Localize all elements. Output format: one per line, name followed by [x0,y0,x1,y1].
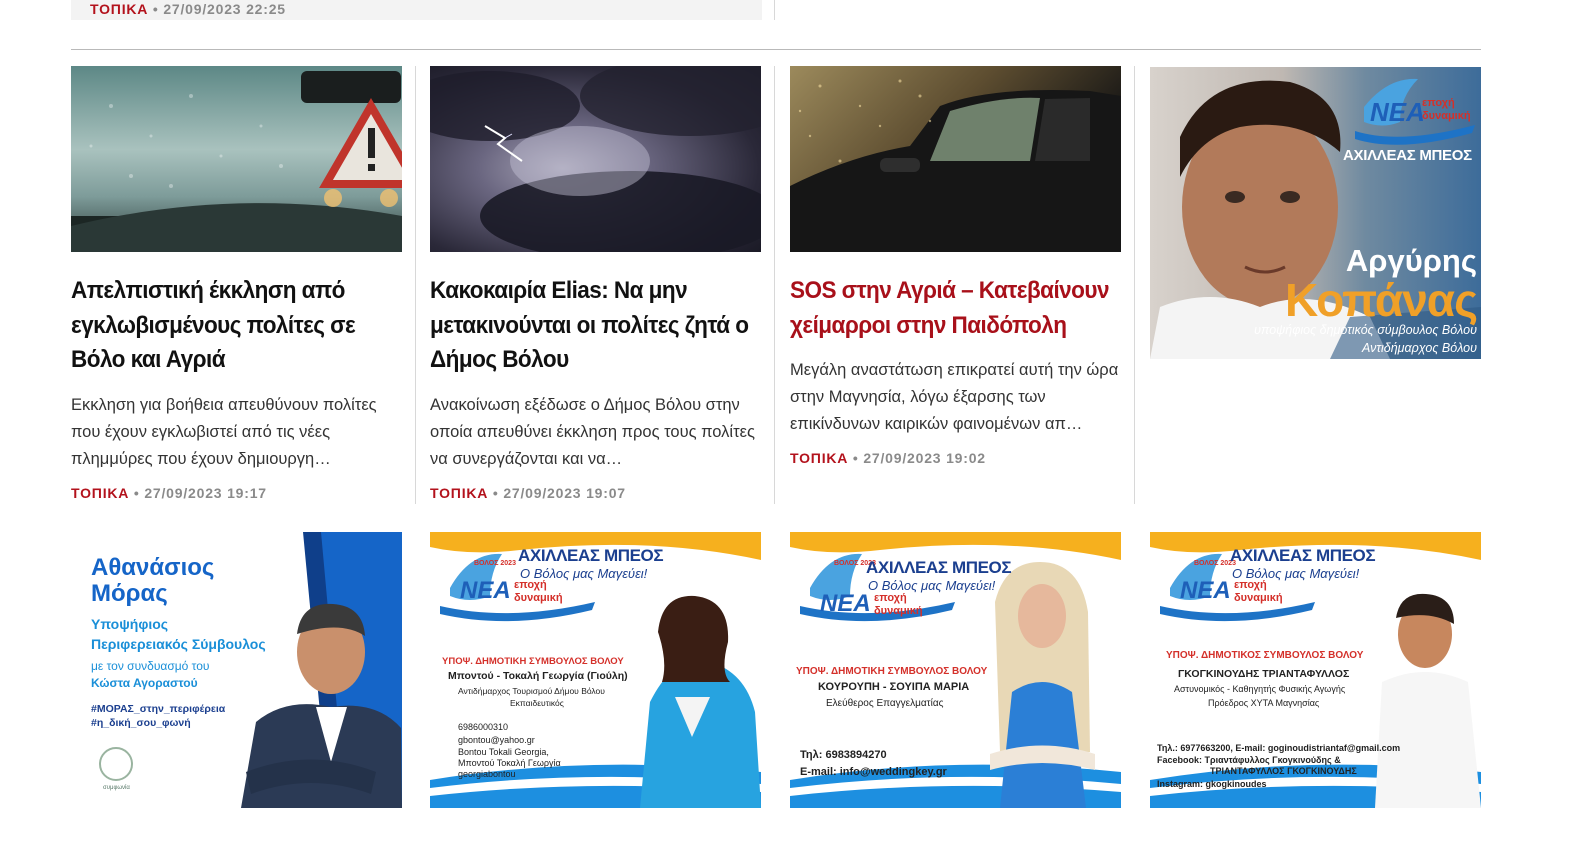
campaign-banner-ad[interactable]: ΒΟΛΟΣ 2023 ΑΧΙΛΛΕΑΣ ΜΠΕΟΣ Ο Βόλος μας Μα… [430,532,761,808]
candidate-profession: Εκπαιδευτικός [510,698,564,708]
candidate-profession: Αστυνομικός - Καθηγητής Φυσικής Αγωγής [1174,684,1346,694]
article-thumbnail[interactable] [790,66,1121,252]
candidate-last-name: Μόρας [91,580,168,607]
logo-subtitle: εποχή [514,579,547,591]
logo-word: ΝΕΑ [460,577,511,604]
logo-word: ΝΕΑ [1370,97,1425,127]
candidate-name: ΓΚΟΓΚΙΝΟΥΔΗΣ ΤΡΙΑΝΤΑΦΥΛΛΟΣ [1178,668,1350,680]
contact-phone-email: Τηλ.: 6977663200, E-mail: goginoudistria… [1157,743,1401,753]
candidate-role: Υποψήφιος [91,616,169,632]
hashtag: #η_δική_σου_φωνή [91,717,191,729]
publish-date: • 27/09/2023 19:17 [133,484,267,501]
candidate-title: Πρόεδρος ΧΥΤΑ Μαγνησίας [1208,698,1320,708]
logo-subtitle: δυναμική [514,592,563,604]
previous-article-card[interactable]: ΤΟΠΙΚΑ • 27/09/2023 22:25 [71,0,762,20]
contact-phone: 6986000310 [458,722,509,732]
article-excerpt: Μεγάλη αναστάτωση επικρατεί αυτή την ώρα… [790,361,1119,433]
slogan: Ο Βόλος μας Μαγεύει! [868,578,996,593]
article-card[interactable]: Απελπιστική έκκληση από εγκλωβισμένους π… [71,66,402,501]
logo-subtitle: δυναμική [1234,592,1283,604]
party-leader: ΑΧΙΛΛΕΑΣ ΜΠΕΟΣ [1230,546,1376,565]
party-leader: ΑΧΙΛΛΕΑΣ ΜΠΕΟΣ [518,546,664,565]
candidate-title: Αντιδήμαρχος Τουρισμού Δήμου Βόλου [458,686,605,696]
publish-date: • 27/09/2023 19:02 [852,450,986,466]
candidate-role: Περιφερειακός Σύμβουλος [91,636,266,652]
logo-word: ΝΕΑ [820,590,871,617]
article-excerpt: Εκκληση για βοήθεια απευθύνουν πολίτες π… [71,395,377,468]
category-link[interactable]: ΤΟΠΙΚΑ [790,450,848,466]
article-excerpt: Ανακοίνωση εξέδωσε ο Δήμος Βόλου στην οπ… [430,395,755,468]
logo-subtitle: εποχή [1422,97,1455,109]
article-card[interactable]: SOS στην Αγριά – Κατεβαίνουν χείμαρροι σ… [790,66,1121,466]
article-title[interactable]: Κακοκαιρία Elias: Να μην μετακινούνται ο… [430,274,759,378]
logo-subtitle: δυναμική [874,605,923,617]
category-link[interactable]: ΤΟΠΙΚΑ [430,485,488,501]
candidate-profession: Ελεύθερος Επαγγελματίας [826,698,944,709]
article-title[interactable]: SOS στην Αγριά – Κατεβαίνουν χείμαρροι σ… [790,274,1119,343]
logo-word: ΝΕΑ [1180,577,1231,604]
contact-facebook: Bontou Tokali Georgia, [458,747,549,757]
article-meta: ΤΟΠΙΚΑ • 27/09/2023 19:02 [790,450,1121,466]
contact-phone: Τηλ: 6983894270 [800,749,887,761]
campaign-banner-ad[interactable]: ΒΟΛΟΣ 2023 ΑΧΙΛΛΕΑΣ ΜΠΕΟΣ Ο Βόλος μας Μα… [790,532,1121,808]
candidate-first-name: Αθανάσιος [91,554,215,581]
article-thumbnail[interactable] [430,66,761,252]
column-divider [774,0,775,20]
contact-facebook: Μποντού Τοκαλή Γεωργία [458,758,561,768]
publish-date: • 27/09/2023 22:25 [152,1,286,17]
contact-facebook: ΤΡΙΑΝΤΑΦΥΛΛΟΣ ΓΚΟΓΚΙΝΟΥΔΗΣ [1210,766,1357,776]
candidate-office: ΥΠΟΨ. ΔΗΜΟΤΙΚΗ ΣΥΜΒΟΥΛΟΣ ΒΟΛΟΥ [442,656,624,667]
party-leader: ΑΧΙΛΛΕΑΣ ΜΠΕΟΣ [1343,147,1472,164]
election-year-badge: ΒΟΛΟΣ 2023 [474,560,516,567]
category-link[interactable]: ΤΟΠΙΚΑ [71,485,129,501]
logo-subtitle: εποχή [874,592,907,604]
campaign-banner-ad[interactable]: ΒΟΛΟΣ 2023 ΑΧΙΛΛΕΑΣ ΜΠΕΟΣ Ο Βόλος μας Μα… [1150,532,1481,808]
brand-logo-text: συμφωνία [103,785,130,791]
hashtag: #ΜΟΡΑΣ_στην_περιφέρεια [91,703,226,715]
campaign-banner-ad[interactable]: Αθανάσιος Μόρας Υποψήφιος Περιφερειακός … [71,532,402,808]
candidate-office: ΥΠΟΨ. ΔΗΜΟΤΙΚΗ ΣΥΜΒΟΥΛΟΣ ΒΟΛΟΥ [796,666,988,677]
article-meta: ΤΟΠΙΚΑ • 27/09/2023 19:17 [71,485,402,501]
section-divider [71,49,1481,50]
article-meta: ΤΟΠΙΚΑ • 27/09/2023 22:25 [90,1,286,17]
coalition-leader: Κώστα Αγοραστού [91,676,198,690]
article-meta: ΤΟΠΙΚΑ • 27/09/2023 19:07 [430,485,761,501]
contact-email: E-mail: info@weddingkey.gr [800,766,947,778]
publish-date: • 27/09/2023 19:07 [492,484,626,501]
coalition-text: με τον συνδυασμό του [91,659,210,673]
contact-instagram: georgiabontou [458,769,516,779]
category-link[interactable]: ΤΟΠΙΚΑ [90,1,148,17]
article-card[interactable]: Κακοκαιρία Elias: Να μην μετακινούνται ο… [430,66,761,501]
contact-facebook: Facebook: Τριαντάφυλλος Γκογκινούδης & [1157,755,1341,765]
article-thumbnail[interactable] [71,66,402,252]
campaign-banner-ad[interactable]: ΝΕΑ εποχή δυναμική ΑΧΙΛΛΕΑΣ ΜΠΕΟΣ Αργύρη… [1150,67,1481,359]
column-divider [1134,66,1135,504]
candidate-last-name: Κοπάνας [1285,274,1478,326]
contact-email: gbontou@yahoo.gr [458,735,535,745]
logo-subtitle: εποχή [1234,579,1267,591]
column-divider [774,66,775,504]
logo-subtitle: δυναμική [1422,110,1471,122]
candidate-name: ΚΟΥΡΟΥΠΗ - ΣΟΥΙΠΑ ΜΑΡΙΑ [818,681,970,693]
column-divider [415,66,416,504]
candidate-name: Μποντού - Τοκαλή Γεωργία (Γιούλη) [448,670,628,682]
contact-instagram: Instagram: gkogkinoudes [1157,779,1267,789]
candidate-role-secondary: Αντιδήμαρχος Βόλου [1361,341,1477,355]
article-title[interactable]: Απελπιστική έκκληση από εγκλωβισμένους π… [71,274,400,378]
candidate-office: ΥΠΟΨ. ΔΗΜΟΤΙΚΟΣ ΣΥΜΒΟΥΛΟΣ ΒΟΛΟΥ [1166,650,1364,661]
party-leader: ΑΧΙΛΛΕΑΣ ΜΠΕΟΣ [866,558,1012,577]
candidate-role: υποψήφιος δημοτικός σύμβουλος Βόλου [1254,323,1477,337]
